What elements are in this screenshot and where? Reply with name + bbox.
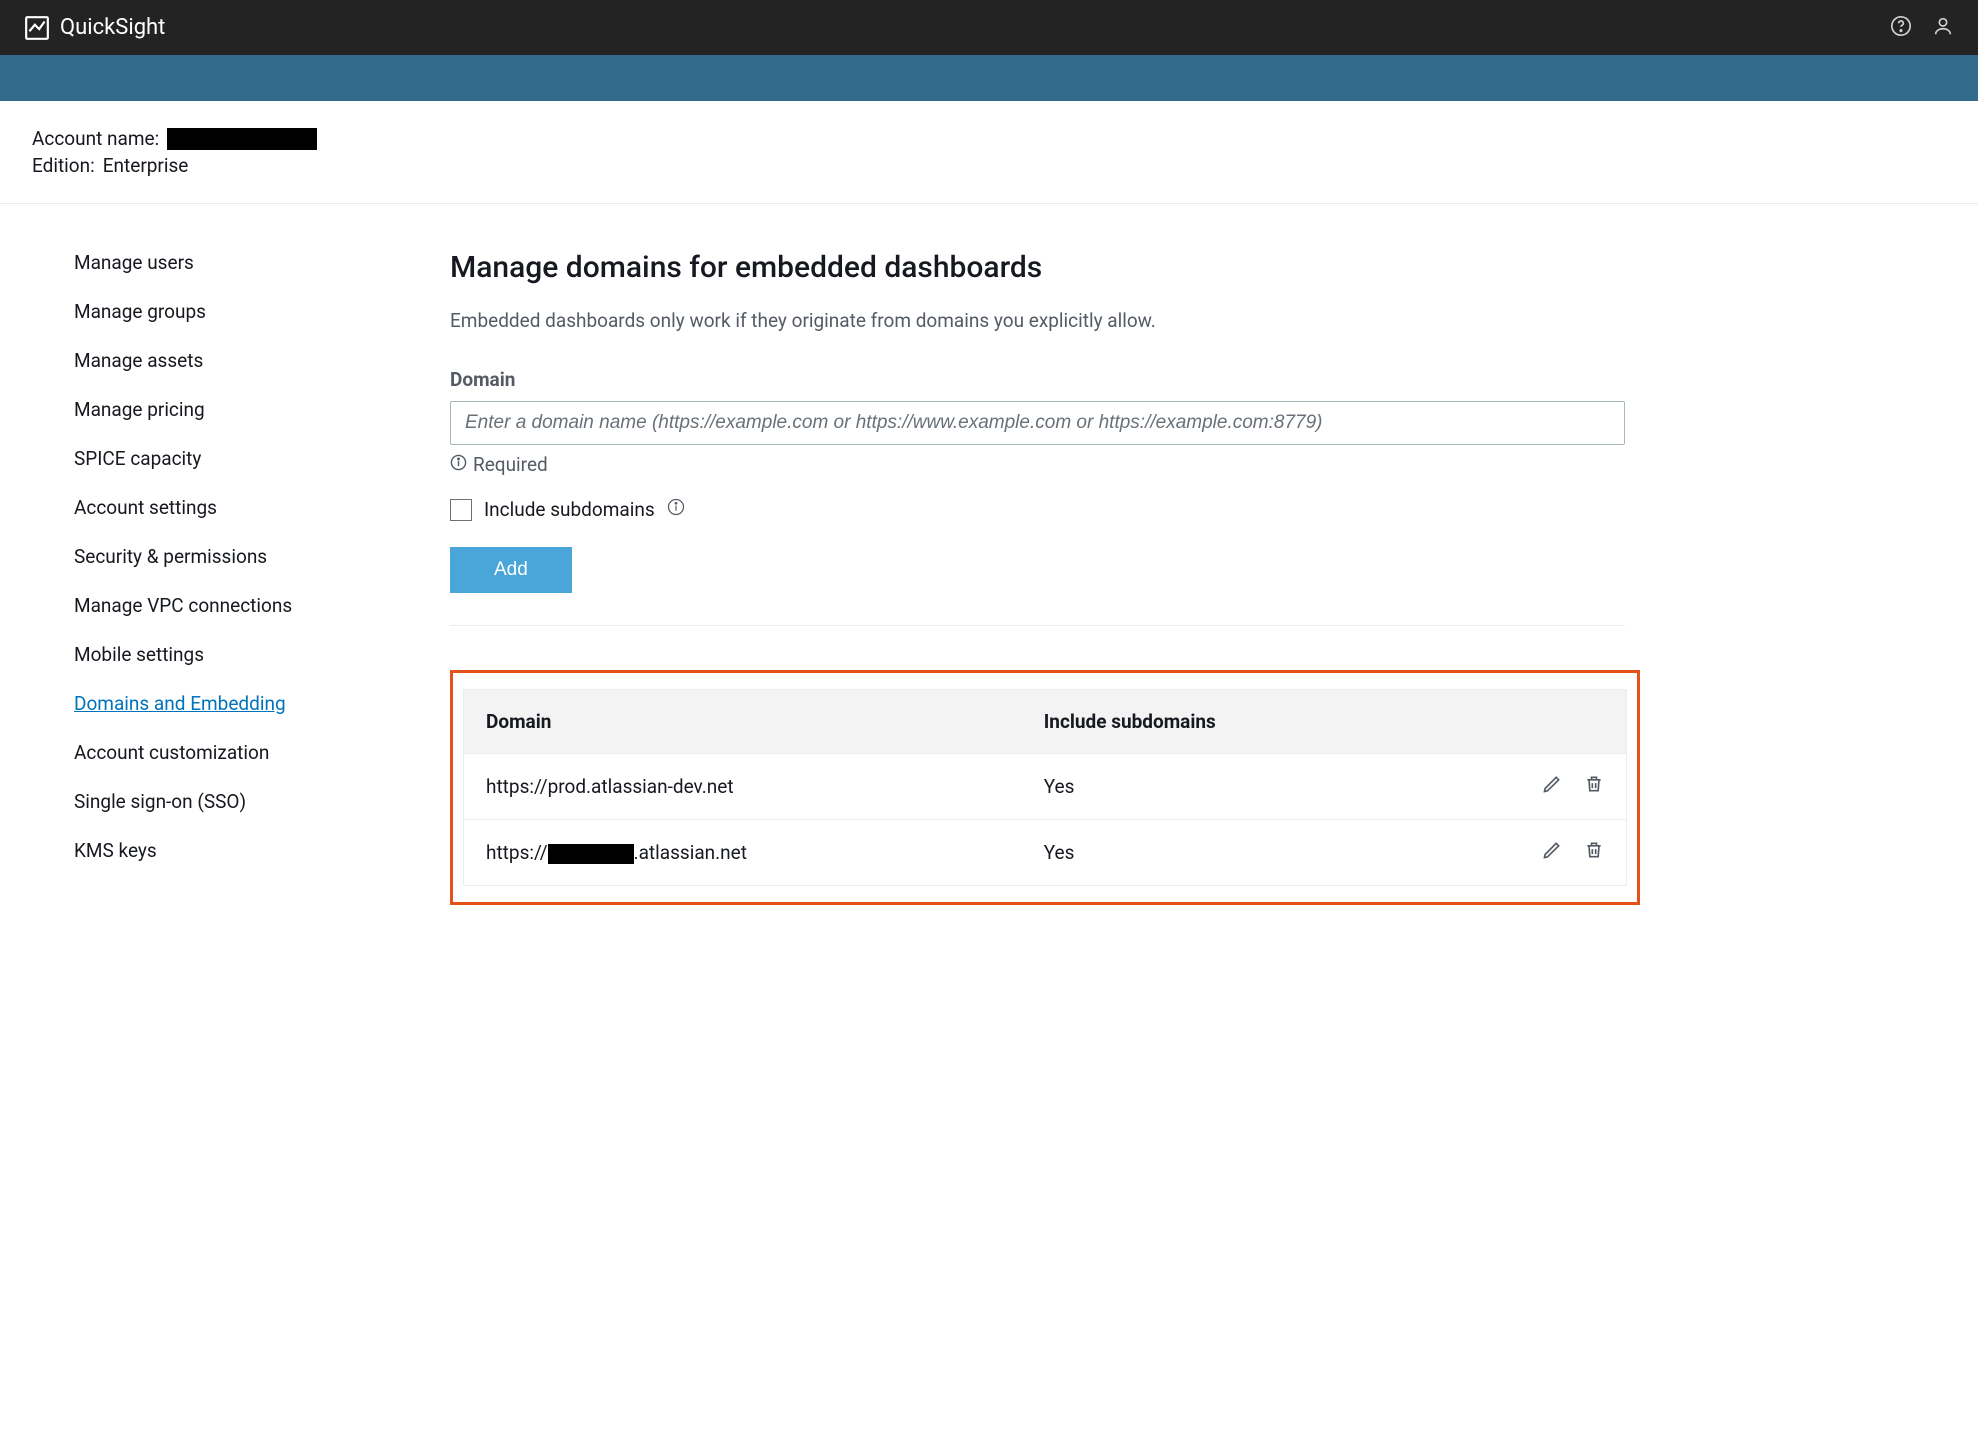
domains-table: Domain Include subdomains https://prod.a… bbox=[463, 689, 1627, 886]
sidebar-item-manage-vpc[interactable]: Manage VPC connections bbox=[0, 581, 360, 630]
user-icon[interactable] bbox=[1932, 15, 1954, 41]
domains-table-highlight: Domain Include subdomains https://prod.a… bbox=[450, 670, 1640, 905]
cell-include-sub: Yes bbox=[1022, 820, 1487, 886]
info-icon bbox=[450, 453, 467, 476]
sub-header bbox=[0, 55, 1978, 101]
account-name-label: Account name: bbox=[32, 127, 159, 150]
sidebar-item-kms-keys[interactable]: KMS keys bbox=[0, 826, 360, 875]
domain-input-label: Domain bbox=[450, 368, 1944, 391]
top-right-icons bbox=[1890, 15, 1954, 41]
include-subdomains-checkbox[interactable] bbox=[450, 499, 472, 521]
sidebar-nav: Manage users Manage groups Manage assets… bbox=[0, 204, 360, 945]
sidebar-item-manage-assets[interactable]: Manage assets bbox=[0, 336, 360, 385]
brand-name: QuickSight bbox=[60, 15, 165, 40]
main-content: Manage domains for embedded dashboards E… bbox=[360, 204, 1978, 945]
sidebar-item-manage-pricing[interactable]: Manage pricing bbox=[0, 385, 360, 434]
col-header-subdomains: Include subdomains bbox=[1022, 690, 1487, 754]
sidebar-item-account-customization[interactable]: Account customization bbox=[0, 728, 360, 777]
sidebar-item-spice-capacity[interactable]: SPICE capacity bbox=[0, 434, 360, 483]
cell-domain: https://prod.atlassian-dev.net bbox=[464, 754, 1022, 820]
required-text: Required bbox=[473, 453, 548, 476]
cell-domain: https://.atlassian.net bbox=[464, 820, 1022, 886]
sidebar-item-manage-users[interactable]: Manage users bbox=[0, 238, 360, 287]
info-icon[interactable] bbox=[667, 498, 685, 521]
table-row: https://prod.atlassian-dev.net Yes bbox=[464, 754, 1627, 820]
edition-label: Edition: bbox=[32, 154, 95, 177]
edition-value: Enterprise bbox=[103, 154, 189, 177]
domain-input[interactable] bbox=[450, 401, 1625, 445]
account-name-redacted bbox=[167, 128, 317, 150]
cell-include-sub: Yes bbox=[1022, 754, 1487, 820]
sidebar-item-security-permissions[interactable]: Security & permissions bbox=[0, 532, 360, 581]
sidebar-item-sso[interactable]: Single sign-on (SSO) bbox=[0, 777, 360, 826]
account-info: Account name: Edition: Enterprise bbox=[0, 101, 1978, 204]
sidebar-item-account-settings[interactable]: Account settings bbox=[0, 483, 360, 532]
quicksight-logo-icon bbox=[24, 15, 50, 41]
section-divider bbox=[450, 625, 1625, 626]
include-subdomains-label: Include subdomains bbox=[484, 498, 655, 521]
domain-redacted bbox=[548, 844, 634, 864]
delete-icon[interactable] bbox=[1584, 774, 1604, 799]
top-bar: QuickSight bbox=[0, 0, 1978, 55]
add-button[interactable]: Add bbox=[450, 547, 572, 593]
sidebar-item-manage-groups[interactable]: Manage groups bbox=[0, 287, 360, 336]
edit-icon[interactable] bbox=[1542, 774, 1562, 799]
page-title: Manage domains for embedded dashboards bbox=[450, 250, 1944, 285]
col-header-domain: Domain bbox=[464, 690, 1022, 754]
table-row: https://.atlassian.net Yes bbox=[464, 820, 1627, 886]
delete-icon[interactable] bbox=[1584, 840, 1604, 865]
edit-icon[interactable] bbox=[1542, 840, 1562, 865]
required-row: Required bbox=[450, 453, 1944, 476]
help-icon[interactable] bbox=[1890, 15, 1912, 41]
sidebar-item-domains-embedding[interactable]: Domains and Embedding bbox=[0, 679, 360, 728]
col-header-actions bbox=[1487, 690, 1627, 754]
page-description: Embedded dashboards only work if they or… bbox=[450, 309, 1944, 332]
brand[interactable]: QuickSight bbox=[24, 15, 165, 41]
sidebar-item-mobile-settings[interactable]: Mobile settings bbox=[0, 630, 360, 679]
